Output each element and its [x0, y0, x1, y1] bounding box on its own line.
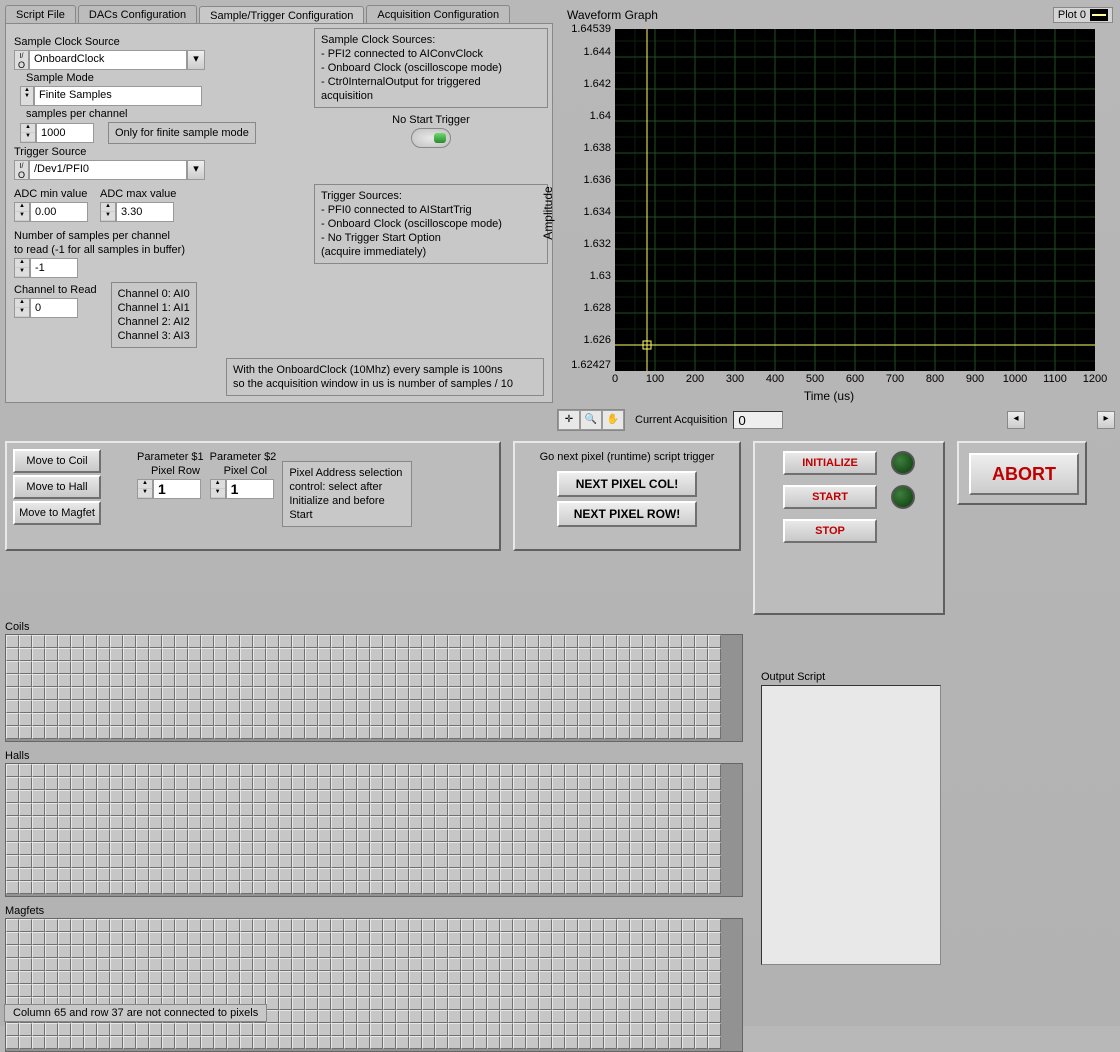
io-icon: O — [14, 50, 29, 70]
num-samples-input[interactable]: ▲▼ — [14, 258, 314, 278]
pixel-row-input[interactable]: ▲▼ — [137, 479, 204, 499]
param1-sublabel: Pixel Row — [151, 465, 204, 477]
trigger-source-label: Trigger Source — [14, 146, 314, 158]
adc-min-label: ADC min value — [14, 188, 88, 200]
spin-icon[interactable]: ▲▼ — [14, 298, 30, 318]
clk-src-info: Sample Clock Sources: - PFI2 connected t… — [314, 28, 548, 108]
tab-acquisition-config[interactable]: Acquisition Configuration — [366, 5, 510, 24]
stop-button[interactable]: STOP — [783, 519, 877, 543]
magfets-label: Magfets — [5, 905, 743, 917]
coils-label: Coils — [5, 621, 743, 633]
sample-mode-label: Sample Mode — [26, 72, 314, 84]
scroll-right-icon[interactable]: ▸ — [1097, 411, 1115, 429]
waveform-graph[interactable] — [615, 29, 1095, 371]
spin-icon[interactable]: ▲▼ — [20, 123, 36, 143]
next-pixel-col-button[interactable]: NEXT PIXEL COL! — [557, 471, 697, 497]
trg-src-info: Trigger Sources: - PFI0 connected to AIS… — [314, 184, 548, 264]
pixel-col-input[interactable]: ▲▼ — [210, 479, 277, 499]
adc-min-input[interactable]: ▲▼ — [14, 202, 88, 222]
spin-icon[interactable]: ▲▼ — [14, 258, 30, 278]
io-icon: O — [14, 160, 29, 180]
clock-note: With the OnboardClock (10Mhz) every samp… — [226, 358, 544, 396]
channel-map: Channel 0: AI0 Channel 1: AI1 Channel 2:… — [111, 282, 197, 348]
spin-icon[interactable]: ▲▼ — [210, 479, 226, 499]
chevron-down-icon[interactable]: ▾ — [187, 50, 205, 70]
no-start-trigger-toggle[interactable] — [411, 128, 451, 148]
magfets-array[interactable] — [5, 918, 743, 1052]
numsamples-label2: to read (-1 for all samples in buffer) — [14, 244, 314, 256]
abort-button[interactable]: ABORT — [969, 453, 1079, 495]
start-led — [891, 485, 915, 509]
samples-per-channel-input[interactable]: ▲▼ — [20, 123, 94, 143]
current-acquisition-value[interactable] — [733, 411, 783, 429]
pixel-nav-title: Go next pixel (runtime) script trigger — [521, 451, 733, 463]
spin-icon[interactable]: ▲▼ — [137, 479, 153, 499]
initialize-led — [891, 451, 915, 475]
tab-script-file[interactable]: Script File — [5, 5, 76, 24]
pixel-addr-note: Pixel Address selection control: select … — [282, 461, 412, 527]
spin-icon[interactable]: ▲▼ — [20, 86, 34, 106]
pan-tool-icon[interactable]: ✋ — [602, 410, 624, 430]
output-script[interactable] — [761, 685, 941, 965]
spin-icon[interactable]: ▲▼ — [14, 202, 30, 222]
zoom-tool-icon[interactable]: 🔍 — [580, 410, 602, 430]
sample-clock-source-dropdown[interactable]: O OnboardClock ▾ — [14, 50, 314, 70]
output-script-label: Output Script — [761, 671, 941, 683]
move-to-hall-button[interactable]: Move to Hall — [13, 475, 101, 499]
plot-sample-icon — [1090, 9, 1108, 21]
finite-note: Only for finite sample mode — [108, 122, 256, 144]
y-axis-label: Amplitude — [541, 186, 555, 239]
spin-icon[interactable]: ▲▼ — [100, 202, 116, 222]
channel-read-input[interactable]: ▲▼ — [14, 298, 97, 318]
start-button[interactable]: START — [783, 485, 877, 509]
channel-read-label: Channel to Read — [14, 284, 97, 296]
adc-max-input[interactable]: ▲▼ — [100, 202, 176, 222]
param2-label: Parameter $2 — [210, 451, 277, 463]
no-start-trigger-label: No Start Trigger — [314, 114, 548, 126]
numsamples-label1: Number of samples per channel — [14, 230, 314, 242]
waveform-graph-title: Waveform Graph — [567, 8, 658, 22]
next-pixel-row-button[interactable]: NEXT PIXEL ROW! — [557, 501, 697, 527]
initialize-button[interactable]: INITIALIZE — [783, 451, 877, 475]
param2-sublabel: Pixel Col — [224, 465, 277, 477]
trigger-source-dropdown[interactable]: O /Dev1/PFI0 ▾ — [14, 160, 314, 180]
cursor-tool-icon[interactable]: ✛ — [558, 410, 580, 430]
plot-legend[interactable]: Plot 0 — [1053, 7, 1113, 23]
adc-max-label: ADC max value — [100, 188, 176, 200]
current-acquisition-label: Current Acquisition — [635, 414, 727, 426]
sample-clock-source-label: Sample Clock Source — [14, 36, 314, 48]
x-axis-label: Time (us) — [557, 387, 1101, 403]
sample-mode-dropdown[interactable]: ▲▼ Finite Samples — [20, 86, 314, 106]
tab-dacs-config[interactable]: DACs Configuration — [78, 5, 197, 24]
samples-per-channel-label: samples per channel — [26, 108, 314, 120]
status-bar: Column 65 and row 37 are not connected t… — [4, 1004, 267, 1022]
coils-array[interactable] — [5, 634, 743, 742]
scroll-left-icon[interactable]: ◂ — [1007, 411, 1025, 429]
move-to-coil-button[interactable]: Move to Coil — [13, 449, 101, 473]
chevron-down-icon[interactable]: ▾ — [187, 160, 205, 180]
halls-label: Halls — [5, 750, 743, 762]
halls-array[interactable] — [5, 763, 743, 897]
move-to-magfet-button[interactable]: Move to Magfet — [13, 501, 101, 525]
graph-palette: ✛ 🔍 ✋ — [557, 409, 625, 431]
param1-label: Parameter $1 — [137, 451, 204, 463]
